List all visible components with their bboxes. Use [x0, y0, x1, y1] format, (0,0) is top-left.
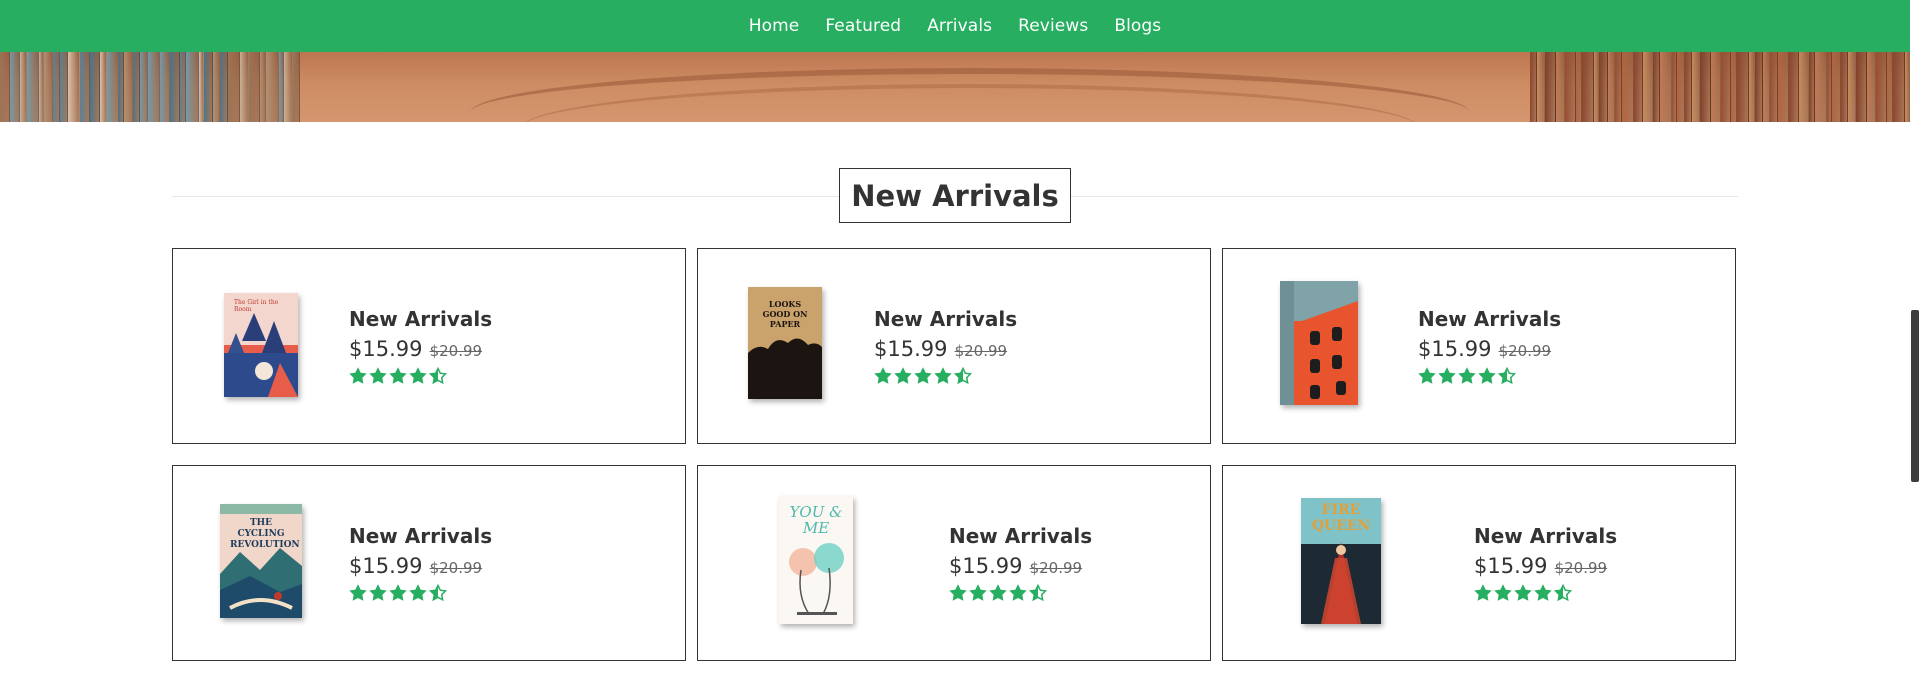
- product-rating: [349, 584, 492, 602]
- section-heading: New Arrivals: [839, 168, 1071, 223]
- price-row: $15.99 $20.99: [349, 554, 492, 578]
- star-icon: [894, 367, 912, 384]
- star-icon: [1474, 584, 1492, 601]
- product-rating: [949, 584, 1092, 602]
- star-half-icon: [1498, 367, 1516, 385]
- bookshelf-banner-image: [0, 52, 1910, 122]
- star-icon: [409, 584, 427, 601]
- price-row: $15.99 $20.99: [1474, 554, 1617, 578]
- star-icon: [1418, 367, 1436, 384]
- product-old-price: $20.99: [429, 559, 483, 577]
- book-cover-image: The Girl in the Room: [224, 293, 298, 397]
- book-cover-image: LOOKS GOOD ON PAPER: [748, 287, 822, 399]
- product-card[interactable]: LOOKS GOOD ON PAPER New Arrivals $15.99 …: [697, 248, 1211, 444]
- product-card[interactable]: New Arrivals $15.99 $20.99: [1222, 248, 1736, 444]
- product-card[interactable]: The Girl in the Room New Arrivals $15.99…: [172, 248, 686, 444]
- product-price: $15.99: [349, 554, 423, 578]
- banner-tint-overlay: [0, 52, 1910, 122]
- star-half-icon: [429, 584, 447, 602]
- star-icon: [409, 367, 427, 384]
- product-rating: [349, 367, 492, 385]
- star-icon: [389, 584, 407, 601]
- price-row: $15.99 $20.99: [874, 337, 1017, 361]
- star-icon: [969, 584, 987, 601]
- star-icon: [369, 367, 387, 384]
- product-price: $15.99: [949, 554, 1023, 578]
- star-half-icon: [429, 367, 447, 385]
- product-old-price: $20.99: [954, 342, 1008, 360]
- star-icon: [1494, 584, 1512, 601]
- nav-arrivals-link[interactable]: Arrivals: [927, 16, 992, 36]
- product-info: New Arrivals $15.99 $20.99: [874, 307, 1017, 385]
- product-title: New Arrivals: [349, 307, 493, 331]
- book-cover-image: [1280, 281, 1358, 405]
- product-info: New Arrivals $15.99 $20.99: [949, 524, 1092, 602]
- book-cover-image: YOU & ME: [779, 496, 853, 624]
- product-price: $15.99: [874, 337, 948, 361]
- star-icon: [914, 367, 932, 384]
- product-info: New Arrivals $15.99 $20.99: [1474, 524, 1617, 602]
- product-old-price: $20.99: [1029, 559, 1083, 577]
- price-row: $15.99 $20.99: [349, 337, 492, 361]
- star-icon: [389, 367, 407, 384]
- product-price: $15.99: [1418, 337, 1492, 361]
- nav-reviews-link[interactable]: Reviews: [1018, 16, 1088, 36]
- star-icon: [874, 367, 892, 384]
- product-old-price: $20.99: [1554, 559, 1608, 577]
- product-info: New Arrivals $15.99 $20.99: [349, 524, 492, 602]
- product-title: New Arrivals: [349, 524, 493, 548]
- product-card[interactable]: YOU & ME New Arrivals $15.99 $20.99: [697, 465, 1211, 661]
- star-half-icon: [954, 367, 972, 385]
- top-navbar: Home Featured Arrivals Reviews Blogs: [0, 0, 1910, 52]
- star-icon: [349, 367, 367, 384]
- star-icon: [369, 584, 387, 601]
- price-row: $15.99 $20.99: [1418, 337, 1561, 361]
- star-icon: [349, 584, 367, 601]
- star-icon: [934, 367, 952, 384]
- product-old-price: $20.99: [429, 342, 483, 360]
- price-row: $15.99 $20.99: [949, 554, 1092, 578]
- product-info: New Arrivals $15.99 $20.99: [349, 307, 492, 385]
- star-half-icon: [1554, 584, 1572, 602]
- product-old-price: $20.99: [1498, 342, 1552, 360]
- product-rating: [1418, 367, 1561, 385]
- nav-featured-link[interactable]: Featured: [825, 16, 901, 36]
- book-cover-title: YOU & ME: [789, 503, 843, 537]
- book-cover-title: FIRE QUEEN: [1311, 502, 1371, 534]
- star-icon: [1514, 584, 1532, 601]
- star-icon: [1438, 367, 1456, 384]
- product-title: New Arrivals: [949, 524, 1093, 548]
- product-title: New Arrivals: [1474, 524, 1618, 548]
- product-title: New Arrivals: [874, 307, 1018, 331]
- star-icon: [1458, 367, 1476, 384]
- product-rating: [1474, 584, 1617, 602]
- book-cover-image: FIRE QUEEN: [1301, 498, 1381, 624]
- star-half-icon: [1029, 584, 1047, 602]
- star-icon: [989, 584, 1007, 601]
- product-info: New Arrivals $15.99 $20.99: [1418, 307, 1561, 385]
- product-card[interactable]: FIRE QUEEN New Arrivals $15.99 $20.99: [1222, 465, 1736, 661]
- product-rating: [874, 367, 1017, 385]
- star-icon: [949, 584, 967, 601]
- product-price: $15.99: [349, 337, 423, 361]
- product-price: $15.99: [1474, 554, 1548, 578]
- book-cover-title: LOOKS GOOD ON PAPER: [762, 299, 808, 329]
- side-scroll-handle[interactable]: [1911, 310, 1919, 482]
- book-cover-title: THE CYCLING REVOLUTION: [230, 518, 300, 550]
- star-icon: [1009, 584, 1027, 601]
- nav-home-link[interactable]: Home: [749, 16, 800, 36]
- star-icon: [1534, 584, 1552, 601]
- nav-blogs-link[interactable]: Blogs: [1114, 16, 1161, 36]
- book-cover-image: THE CYCLING REVOLUTION: [220, 504, 302, 618]
- star-icon: [1478, 367, 1496, 384]
- book-cover-title: The Girl in the Room: [234, 299, 279, 313]
- product-card[interactable]: THE CYCLING REVOLUTION New Arrivals $15.…: [172, 465, 686, 661]
- product-title: New Arrivals: [1418, 307, 1562, 331]
